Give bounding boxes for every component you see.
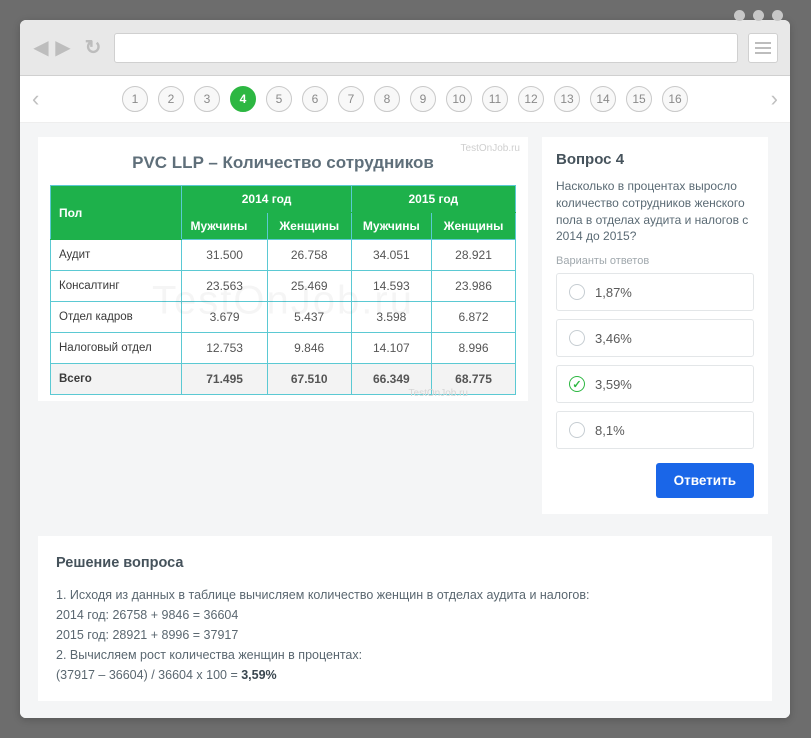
table-cell: 26.758: [267, 240, 351, 271]
question-number-6[interactable]: 6: [302, 86, 328, 112]
window-dot: [753, 10, 764, 21]
data-table-card: TestOnJob.ru PVC LLP – Количество сотруд…: [38, 137, 528, 401]
col-header-m15: Мужчины: [351, 213, 431, 240]
table-cell: 14.107: [351, 333, 431, 364]
table-cell: 3.598: [351, 302, 431, 333]
question-nav: ‹ 12345678910111213141516 ›: [20, 76, 790, 123]
radio-icon: [569, 422, 585, 438]
table-row: Консалтинг23.56325.46914.59323.986: [51, 271, 516, 302]
question-number-16[interactable]: 16: [662, 86, 688, 112]
window-dot: [734, 10, 745, 21]
table-cell: 31.500: [182, 240, 267, 271]
answer-button[interactable]: Ответить: [656, 463, 754, 498]
table-cell: 25.469: [267, 271, 351, 302]
col-header-year1: 2014 год: [182, 186, 351, 213]
question-number-13[interactable]: 13: [554, 86, 580, 112]
employee-table: Пол 2014 год 2015 год Мужчины Женщины Му…: [50, 185, 516, 395]
table-cell: 67.510: [267, 364, 351, 395]
solution-line: 2. Вычисляем рост количества женщин в пр…: [56, 645, 754, 665]
question-number-4[interactable]: 4: [230, 86, 256, 112]
table-row: Аудит31.50026.75834.05128.921: [51, 240, 516, 271]
radio-icon: [569, 330, 585, 346]
question-number-14[interactable]: 14: [590, 86, 616, 112]
answer-option[interactable]: 3,59%: [556, 365, 754, 403]
solution-line-prefix: (37917 – 36604) / 36604 x 100 =: [56, 668, 241, 682]
question-number-1[interactable]: 1: [122, 86, 148, 112]
table-cell: 28.921: [432, 240, 516, 271]
table-cell: Консалтинг: [51, 271, 182, 302]
solution-heading: Решение вопроса: [56, 552, 754, 575]
table-cell: Налоговый отдел: [51, 333, 182, 364]
col-header-f14: Женщины: [267, 213, 351, 240]
solution-line: 2014 год: 26758 + 9846 = 36604: [56, 605, 754, 625]
solution-line: (37917 – 36604) / 36604 x 100 = 3,59%: [56, 665, 754, 685]
window-controls: [734, 10, 783, 21]
question-text: Насколько в процентах выросло количество…: [556, 178, 754, 245]
col-header-year2: 2015 год: [351, 186, 515, 213]
table-cell: Отдел кадров: [51, 302, 182, 333]
answer-option[interactable]: 1,87%: [556, 273, 754, 311]
main-area: TestOnJob.ru PVC LLP – Количество сотруд…: [20, 123, 790, 528]
question-number-3[interactable]: 3: [194, 86, 220, 112]
nav-arrows: ◀ ▶: [32, 35, 72, 60]
table-cell: 23.563: [182, 271, 267, 302]
table-cell: Всего: [51, 364, 182, 395]
next-question-button[interactable]: ›: [767, 86, 782, 112]
table-cell: Аудит: [51, 240, 182, 271]
radio-icon: [569, 376, 585, 392]
url-input[interactable]: [114, 33, 738, 63]
forward-button[interactable]: ▶: [54, 35, 72, 60]
answer-option[interactable]: 3,46%: [556, 319, 754, 357]
table-cell: 6.872: [432, 302, 516, 333]
browser-frame: ◀ ▶ ↻ ‹ 12345678910111213141516 › TestOn…: [20, 20, 790, 718]
table-cell: 9.846: [267, 333, 351, 364]
answer-option-label: 1,87%: [595, 285, 632, 300]
answer-option-label: 3,59%: [595, 377, 632, 392]
prev-question-button[interactable]: ‹: [28, 86, 43, 112]
answer-option[interactable]: 8,1%: [556, 411, 754, 449]
question-number-8[interactable]: 8: [374, 86, 400, 112]
solution-card: Решение вопроса 1. Исходя из данных в та…: [38, 536, 772, 701]
table-cell: 12.753: [182, 333, 267, 364]
question-number-12[interactable]: 12: [518, 86, 544, 112]
solution-line: 1. Исходя из данных в таблице вычисляем …: [56, 585, 754, 605]
table-row: Отдел кадров3.6795.4373.5986.872: [51, 302, 516, 333]
answer-option-label: 8,1%: [595, 423, 625, 438]
variants-label: Варианты ответов: [556, 255, 754, 267]
answer-option-label: 3,46%: [595, 331, 632, 346]
col-header-row: Пол: [51, 186, 182, 240]
table-cell: 14.593: [351, 271, 431, 302]
page-content: ‹ 12345678910111213141516 › TestOnJob.ru…: [20, 76, 790, 718]
table-title: PVC LLP – Количество сотрудников: [50, 147, 516, 185]
menu-button[interactable]: [748, 33, 778, 63]
reload-button[interactable]: ↻: [82, 35, 104, 60]
table-cell: 34.051: [351, 240, 431, 271]
browser-toolbar: ◀ ▶ ↻: [20, 20, 790, 76]
radio-icon: [569, 284, 585, 300]
table-cell: 23.986: [432, 271, 516, 302]
col-header-m14: Мужчины: [182, 213, 267, 240]
question-number-10[interactable]: 10: [446, 86, 472, 112]
watermark-small-bottom: TestOnJob.ru: [409, 388, 468, 399]
window-dot: [772, 10, 783, 21]
question-number-list: 12345678910111213141516: [51, 86, 758, 112]
col-header-f15: Женщины: [432, 213, 516, 240]
table-row: Налоговый отдел12.7539.84614.1078.996: [51, 333, 516, 364]
question-number-5[interactable]: 5: [266, 86, 292, 112]
table-cell: 8.996: [432, 333, 516, 364]
table-cell: 71.495: [182, 364, 267, 395]
watermark-small: TestOnJob.ru: [461, 143, 520, 154]
solution-line: 2015 год: 28921 + 8996 = 37917: [56, 625, 754, 645]
table-cell: 5.437: [267, 302, 351, 333]
question-number-9[interactable]: 9: [410, 86, 436, 112]
question-number-2[interactable]: 2: [158, 86, 184, 112]
table-cell: 3.679: [182, 302, 267, 333]
question-card: Вопрос 4 Насколько в процентах выросло к…: [542, 137, 768, 514]
question-heading: Вопрос 4: [556, 151, 754, 168]
question-number-11[interactable]: 11: [482, 86, 508, 112]
back-button[interactable]: ◀: [32, 35, 50, 60]
question-number-7[interactable]: 7: [338, 86, 364, 112]
solution-answer: 3,59%: [241, 668, 276, 682]
question-number-15[interactable]: 15: [626, 86, 652, 112]
